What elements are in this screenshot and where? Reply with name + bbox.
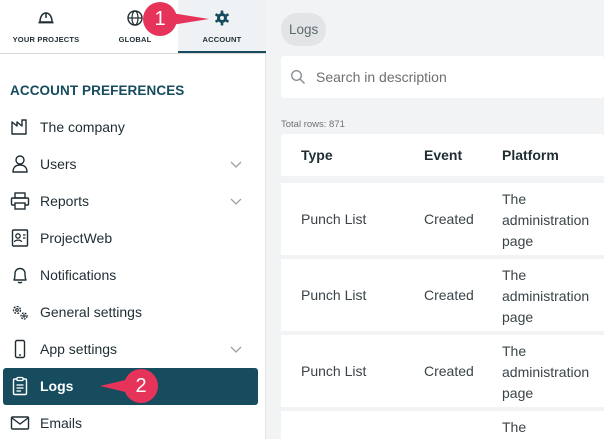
table-header: Type Event Platform <box>281 134 604 176</box>
top-navigation: YOUR PROJECTS GLOBAL ACCOUNT <box>0 0 266 53</box>
sidebar-item-reports[interactable]: Reports <box>0 183 262 219</box>
sidebar-item-notifications[interactable]: Notifications <box>0 257 262 293</box>
column-header-type[interactable]: Type <box>301 147 333 163</box>
sidebar-item-label: App settings <box>40 341 118 357</box>
divider <box>0 53 266 54</box>
cell-event: Created <box>424 211 474 227</box>
cell-event: Created <box>424 363 474 379</box>
table-row[interactable]: Punch List Created The administration pa… <box>281 183 604 255</box>
column-header-event[interactable]: Event <box>424 147 462 163</box>
tab-global-label: GLOBAL <box>118 35 152 44</box>
sidebar-item-projectweb[interactable]: ProjectWeb <box>0 220 262 256</box>
cell-platform: The administration page <box>502 267 590 325</box>
column-header-platform[interactable]: Platform <box>502 147 559 163</box>
main-content: Logs Search in description Total rows: 8… <box>266 0 604 439</box>
total-rows: Total rows: 871 <box>281 119 345 130</box>
user-icon <box>12 155 28 173</box>
callout-badge-1: 1 <box>143 2 177 36</box>
sidebar-item-emails[interactable]: Emails <box>0 405 262 439</box>
table-row[interactable]: Punch List Created The administration pa… <box>281 335 604 407</box>
sidebar-item-label: Reports <box>40 193 90 209</box>
search-box[interactable]: Search in description <box>281 56 604 98</box>
cell-event: Created <box>424 287 474 303</box>
tab-your-projects[interactable]: YOUR PROJECTS <box>0 0 92 53</box>
cell-type: Punch List <box>301 287 367 303</box>
tab-account-label: ACCOUNT <box>202 35 242 44</box>
phone-icon <box>14 339 26 359</box>
cell-type: Punch List <box>301 363 367 379</box>
envelope-icon <box>10 416 30 430</box>
callout-badge-2: 2 <box>124 369 158 403</box>
cell-platform: The <box>502 419 527 435</box>
sidebar-item-label: General settings <box>40 304 142 320</box>
sidebar-item-users[interactable]: Users <box>0 146 262 182</box>
clipboard-icon <box>12 376 28 396</box>
search-input[interactable]: Search in description <box>316 69 447 85</box>
section-title: ACCOUNT PREFERENCES <box>10 83 185 98</box>
sidebar-item-label: Logs <box>40 378 74 394</box>
bell-icon <box>13 267 27 284</box>
sidebar-item-app-settings[interactable]: App settings <box>0 331 262 367</box>
sidebar-item-label: Emails <box>40 415 83 431</box>
helmet-icon <box>38 12 54 24</box>
cogs-icon <box>12 305 28 320</box>
chevron-down-icon[interactable] <box>229 194 243 208</box>
id-card-icon <box>11 229 29 247</box>
table-row[interactable]: Punch List Created The administration pa… <box>281 259 604 331</box>
sidebar-item-label: Users <box>40 156 77 172</box>
breadcrumb: Logs <box>281 13 327 46</box>
chevron-down-icon[interactable] <box>229 157 243 171</box>
search-icon <box>290 69 306 85</box>
table-row[interactable]: The <box>281 411 604 439</box>
sidebar-item-label: The company <box>40 119 125 135</box>
chevron-down-icon[interactable] <box>229 342 243 356</box>
sidebar-item-the-company[interactable]: The company <box>0 109 262 145</box>
tab-your-projects-label: YOUR PROJECTS <box>12 35 80 44</box>
cell-platform: The administration page <box>502 191 590 249</box>
sidebar-item-general-settings[interactable]: General settings <box>0 294 262 330</box>
sidebar-item-label: Notifications <box>40 267 117 283</box>
printer-icon <box>10 192 30 210</box>
sidebar-item-label: ProjectWeb <box>40 230 113 246</box>
app-root: YOUR PROJECTS GLOBAL ACCOUNT ACCOUNT PRE… <box>0 0 604 439</box>
cell-platform: The administration page <box>502 343 590 401</box>
cell-type: Punch List <box>301 211 367 227</box>
factory-icon <box>11 119 27 135</box>
